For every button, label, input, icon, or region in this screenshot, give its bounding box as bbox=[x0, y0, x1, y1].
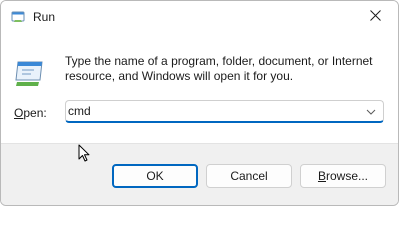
dialog-description: Type the name of a program, folder, docu… bbox=[65, 54, 373, 83]
cancel-button[interactable]: Cancel bbox=[206, 164, 292, 188]
run-dialog: Run Type the name of a program, folder, … bbox=[0, 0, 399, 206]
ok-button[interactable]: OK bbox=[112, 164, 198, 188]
close-icon bbox=[369, 10, 381, 24]
dialog-content: Type the name of a program, folder, docu… bbox=[1, 33, 398, 143]
browse-label-text: rowse... bbox=[326, 169, 369, 183]
run-dialog-icon bbox=[14, 58, 46, 90]
open-label-accelerator: O bbox=[14, 106, 24, 120]
browse-label-accelerator: B bbox=[317, 169, 326, 183]
open-label-text: pen: bbox=[23, 106, 47, 120]
window-title: Run bbox=[33, 10, 56, 24]
browse-button[interactable]: Browse... bbox=[300, 164, 386, 188]
open-combobox[interactable] bbox=[65, 100, 384, 123]
mouse-cursor-icon bbox=[78, 144, 92, 164]
run-app-icon bbox=[11, 10, 25, 24]
dialog-footer: OK Cancel Browse... bbox=[1, 143, 398, 205]
chevron-down-icon[interactable] bbox=[365, 106, 377, 118]
open-input[interactable] bbox=[68, 103, 358, 119]
title-bar[interactable]: Run bbox=[1, 1, 398, 33]
open-label: Open: bbox=[14, 106, 47, 121]
close-button[interactable] bbox=[352, 1, 398, 33]
